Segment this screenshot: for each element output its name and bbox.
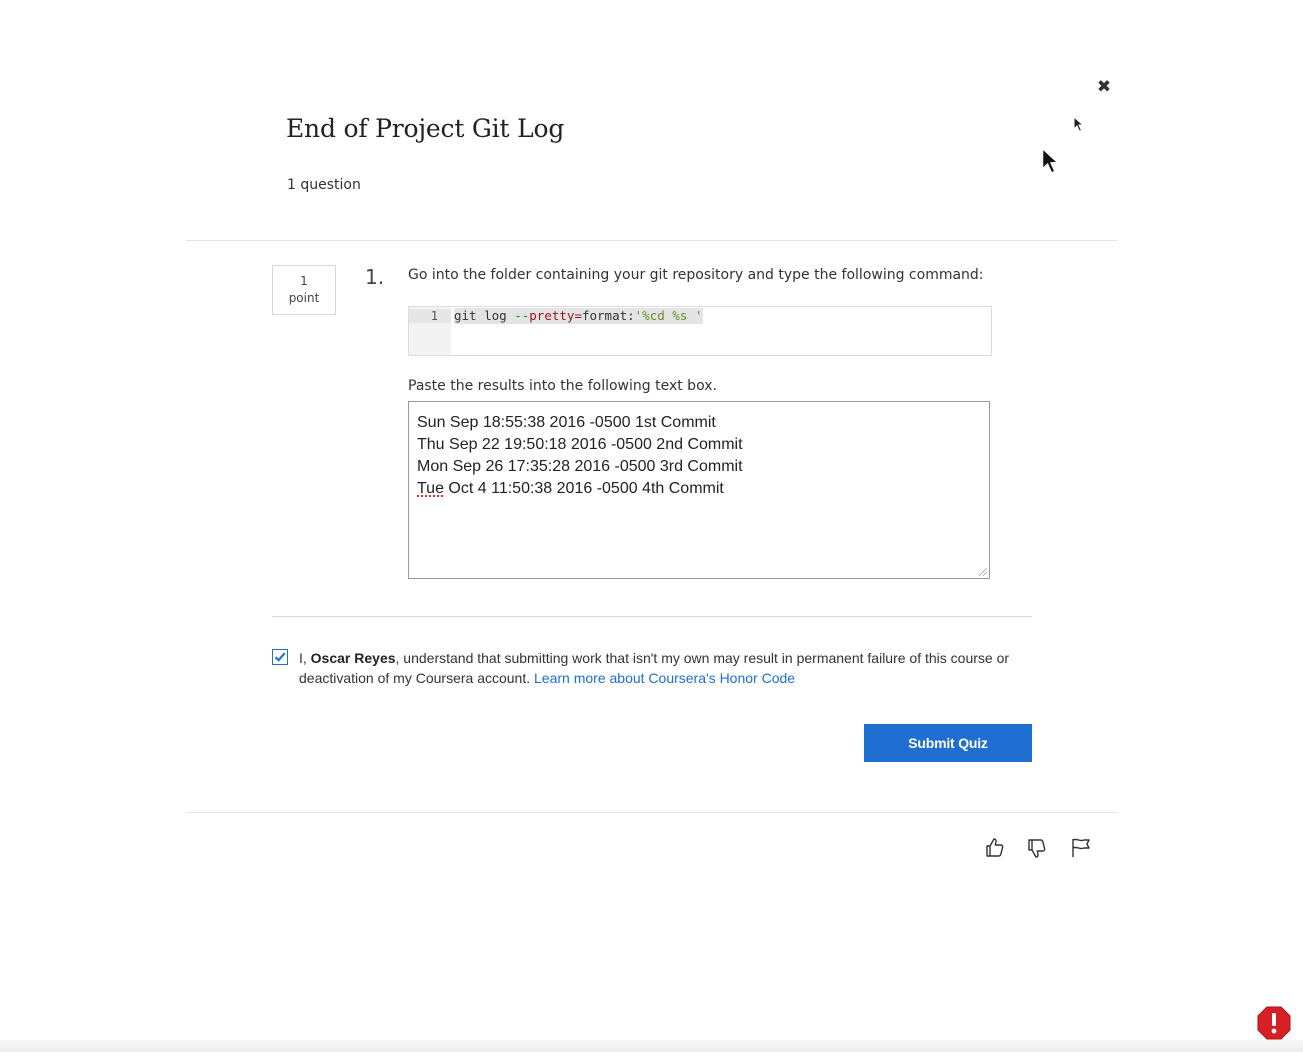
thumbs-down-icon[interactable] [1025,836,1049,860]
code-string: '%cd %s ' [634,308,703,323]
question-prompt: Go into the folder containing your git r… [408,267,984,283]
bottom-divider [186,812,1117,813]
answer-line: Thu Sep 22 19:50:18 2016 -0500 2nd Commi… [417,436,743,453]
code-block: 1 git log --pretty=format:'%cd %s ' [408,306,992,356]
code-cmd: git log [454,308,515,323]
spellcheck-flagged-word[interactable]: Tue [417,480,444,497]
code-equals: = [574,308,582,323]
close-button[interactable]: ✖ [1096,78,1112,96]
honor-prefix: I, [299,650,311,666]
honor-code-link[interactable]: Learn more about Coursera's Honor Code [534,670,795,686]
question-count: 1 question [287,177,361,193]
answer-label: Paste the results into the following tex… [408,378,717,394]
code-line[interactable]: git log --pretty=format:'%cd %s ' [454,308,704,324]
code-line-number: 1 [409,309,451,323]
code-gutter: 1 [409,307,451,355]
thumbs-up-icon[interactable] [983,836,1007,860]
top-divider [186,240,1117,241]
answer-textarea[interactable]: Sun Sep 18:55:38 2016 -0500 1st Commit Th… [408,401,990,579]
resize-handle[interactable] [979,568,987,576]
code-dash: -- [514,308,530,323]
section-divider [272,616,1032,617]
mouse-cursor-icon [1041,147,1059,174]
points-badge: 1 point [272,265,336,315]
answer-line: Mon Sep 26 17:35:28 2016 -0500 3rd Commi… [417,458,743,475]
honor-code-statement: I, Oscar Reyes, understand that submitti… [299,648,1039,688]
answer-line-rest: Oct 4 11:50:38 2016 -0500 4th Commit [443,480,724,497]
points-value: 1 [300,274,308,288]
honor-code-checkbox[interactable] [272,649,288,665]
question-number: 1. [365,265,385,289]
bottom-bar [0,1040,1303,1052]
alert-icon[interactable] [1257,1006,1291,1040]
points-unit: point [288,291,320,305]
page-title: End of Project Git Log [286,114,565,143]
code-option: pretty [529,308,575,323]
checkmark-icon [274,652,286,662]
submit-quiz-button[interactable]: Submit Quiz [864,724,1032,762]
answer-line: Sun Sep 18:55:38 2016 -0500 1st Commit [417,414,716,431]
code-format: format: [581,308,635,323]
learner-name: Oscar Reyes [310,650,396,666]
flag-icon[interactable] [1069,836,1093,860]
mouse-cursor-small-icon [1073,116,1085,133]
answer-line: Tue Oct 4 11:50:38 2016 -0500 4th Commit [417,478,981,500]
